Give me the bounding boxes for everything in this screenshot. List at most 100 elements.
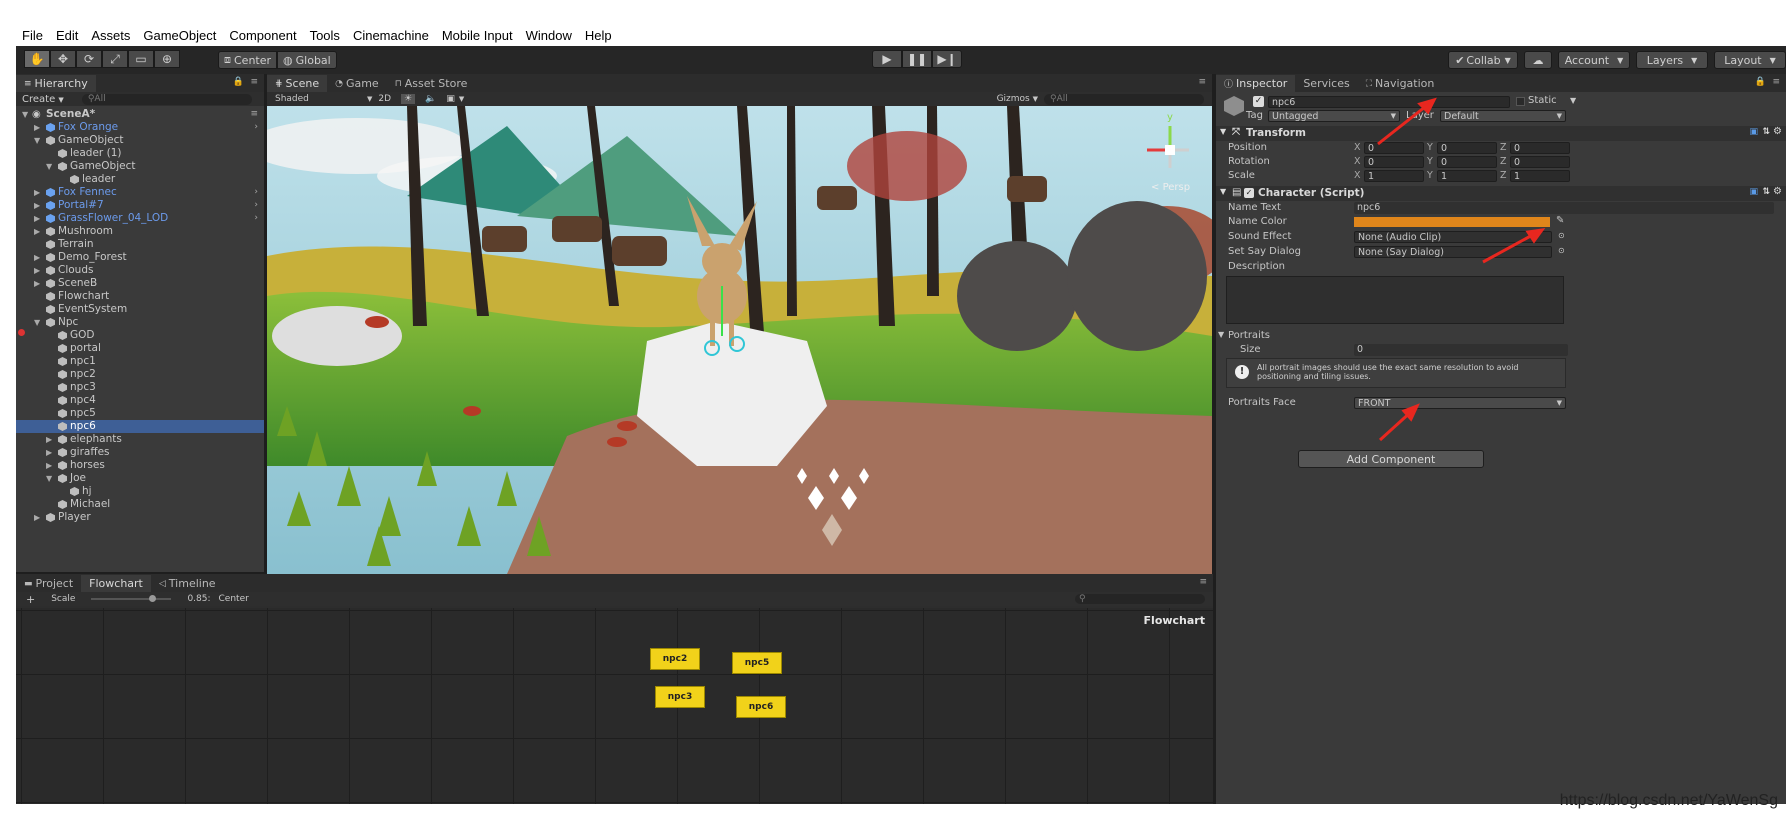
- hierarchy-item[interactable]: npc6: [16, 420, 264, 433]
- foldout-collapsed-icon[interactable]: ▶: [34, 277, 40, 290]
- add-component-button[interactable]: Add Component: [1298, 450, 1484, 468]
- panel-menu-icon[interactable]: ≡: [250, 77, 258, 87]
- object-picker-icon[interactable]: ⊙: [1558, 246, 1565, 255]
- chevron-down-icon[interactable]: ▼: [1570, 96, 1576, 105]
- hierarchy-item[interactable]: ▶ elephants: [16, 433, 264, 446]
- portraits-face-dropdown[interactable]: FRONT ▼: [1354, 397, 1566, 409]
- tab-navigation[interactable]: ⛶ Navigation: [1358, 75, 1443, 92]
- flow-node-npc6[interactable]: npc6: [736, 696, 786, 718]
- hierarchy-item[interactable]: ▶ horses: [16, 459, 264, 472]
- preset-icon[interactable]: ⇅: [1762, 127, 1770, 137]
- chevron-right-icon[interactable]: ›: [254, 212, 258, 225]
- transform-z-field[interactable]: 0: [1510, 142, 1570, 154]
- step-button[interactable]: ▶❙: [932, 50, 962, 68]
- menu-item-window[interactable]: Window: [526, 28, 572, 43]
- transform-header[interactable]: ▼ ⤧ Transform ▣ ⇅ ⚙: [1216, 126, 1786, 141]
- tab-inspector[interactable]: ⓘ Inspector: [1216, 75, 1296, 92]
- hierarchy-item[interactable]: ▼ Joe: [16, 472, 264, 485]
- flow-node-npc5[interactable]: npc5: [732, 652, 782, 674]
- say-dialog-field[interactable]: None (Say Dialog): [1354, 246, 1552, 258]
- transform-x-field[interactable]: 1: [1364, 170, 1424, 182]
- size-field[interactable]: 0: [1354, 344, 1568, 356]
- flowchart-canvas[interactable]: Flowchart npc2 npc5 npc3 npc6: [16, 608, 1213, 804]
- tab-hierarchy[interactable]: ≡ Hierarchy: [16, 75, 96, 92]
- flow-node-npc2[interactable]: npc2: [650, 648, 700, 670]
- hierarchy-item[interactable]: npc5: [16, 407, 264, 420]
- play-button[interactable]: ▶: [872, 50, 902, 68]
- scale-slider[interactable]: [91, 595, 172, 602]
- active-checkbox[interactable]: ✓: [1253, 96, 1264, 107]
- enabled-checkbox[interactable]: ✓: [1244, 188, 1254, 198]
- tag-dropdown[interactable]: Untagged ▼: [1268, 110, 1400, 122]
- foldout-collapsed-icon[interactable]: ▶: [34, 199, 40, 212]
- reference-icon[interactable]: ▣: [1749, 187, 1758, 197]
- hierarchy-item[interactable]: ▶ Demo_Forest: [16, 251, 264, 264]
- lock-icon[interactable]: 🔒: [1755, 77, 1766, 87]
- panel-menu-icon[interactable]: ≡: [1199, 577, 1207, 587]
- name-color-swatch[interactable]: [1354, 217, 1550, 227]
- transform-z-field[interactable]: 1: [1510, 170, 1570, 182]
- chevron-right-icon[interactable]: ›: [254, 199, 258, 212]
- hierarchy-item[interactable]: ▼ GameObject: [16, 160, 264, 173]
- layer-dropdown[interactable]: Default ▼: [1440, 110, 1566, 122]
- hierarchy-item[interactable]: GOD: [16, 329, 264, 342]
- menu-item-help[interactable]: Help: [585, 28, 612, 43]
- add-block-icon[interactable]: +: [26, 593, 35, 606]
- hierarchy-item[interactable]: EventSystem: [16, 303, 264, 316]
- transform-y-field[interactable]: 0: [1437, 142, 1497, 154]
- hierarchy-item[interactable]: ▶ Fox Fennec ›: [16, 186, 264, 199]
- layers-button[interactable]: Layers ▼: [1636, 51, 1708, 69]
- name-text-field[interactable]: npc6: [1354, 202, 1774, 214]
- lighting-icon[interactable]: ☀: [401, 94, 416, 104]
- menu-item-gameobject[interactable]: GameObject: [143, 28, 216, 43]
- pivot-center-button[interactable]: ⧈ Center: [218, 51, 278, 69]
- transform-tool-icon[interactable]: ⊕: [154, 50, 180, 68]
- hierarchy-item[interactable]: ▼ Npc: [16, 316, 264, 329]
- flowchart-search-input[interactable]: ⚲: [1075, 594, 1205, 604]
- foldout-collapsed-icon[interactable]: ▶: [34, 511, 40, 524]
- lock-icon[interactable]: 🔒: [233, 77, 244, 87]
- chevron-right-icon[interactable]: ›: [254, 186, 258, 199]
- tab-game[interactable]: ◔ Game: [327, 75, 387, 92]
- move-tool-icon[interactable]: ✥: [50, 50, 76, 68]
- portraits-row[interactable]: ▼ Portraits: [1216, 330, 1786, 344]
- scene-menu-icon[interactable]: ≡: [250, 108, 258, 121]
- hierarchy-item[interactable]: Terrain: [16, 238, 264, 251]
- hierarchy-item[interactable]: npc2: [16, 368, 264, 381]
- center-button[interactable]: Center: [219, 594, 249, 604]
- tab-project[interactable]: ▬ Project: [16, 575, 81, 592]
- hierarchy-item[interactable]: ▶ Mushroom: [16, 225, 264, 238]
- create-button[interactable]: Create ▼: [22, 94, 64, 105]
- scene-root[interactable]: ▼ ◉ SceneA* ≡: [16, 108, 264, 121]
- cloud-button[interactable]: ☁: [1524, 51, 1552, 69]
- layout-button[interactable]: Layout ▼: [1714, 51, 1786, 69]
- chevron-right-icon[interactable]: ›: [254, 121, 258, 134]
- slider-thumb[interactable]: [149, 595, 157, 602]
- hierarchy-item[interactable]: hj: [16, 485, 264, 498]
- transform-z-field[interactable]: 0: [1510, 156, 1570, 168]
- hierarchy-item[interactable]: npc3: [16, 381, 264, 394]
- tab-services[interactable]: Services: [1295, 75, 1357, 92]
- foldout-expanded-icon[interactable]: ▼: [22, 108, 28, 121]
- transform-x-field[interactable]: 0: [1364, 156, 1424, 168]
- hierarchy-item[interactable]: ▶ Clouds: [16, 264, 264, 277]
- hierarchy-item[interactable]: Flowchart: [16, 290, 264, 303]
- static-checkbox[interactable]: [1516, 97, 1525, 106]
- transform-y-field[interactable]: 1: [1437, 170, 1497, 182]
- rotate-tool-icon[interactable]: ⟳: [76, 50, 102, 68]
- pivot-global-button[interactable]: ◍ Global: [277, 51, 337, 69]
- foldout-expanded-icon[interactable]: ▼: [34, 134, 40, 147]
- character-header[interactable]: ▼ ▤ ✓ Character (Script) ▣ ⇅ ⚙: [1216, 186, 1786, 201]
- hierarchy-item[interactable]: ▶ SceneB: [16, 277, 264, 290]
- foldout-collapsed-icon[interactable]: ▶: [34, 251, 40, 264]
- transform-x-field[interactable]: 0: [1364, 142, 1424, 154]
- tab-timeline[interactable]: ◁ Timeline: [151, 575, 224, 592]
- flow-node-npc3[interactable]: npc3: [655, 686, 705, 708]
- sound-effect-field[interactable]: None (Audio Clip): [1354, 231, 1552, 243]
- hand-tool-icon[interactable]: ✋: [24, 50, 50, 68]
- reference-icon[interactable]: ▣: [1749, 127, 1758, 137]
- 2d-toggle[interactable]: 2D: [378, 94, 391, 104]
- hierarchy-item[interactable]: ▼ GameObject: [16, 134, 264, 147]
- gear-icon[interactable]: ⚙: [1773, 186, 1782, 197]
- object-name-field[interactable]: npc6: [1268, 96, 1510, 108]
